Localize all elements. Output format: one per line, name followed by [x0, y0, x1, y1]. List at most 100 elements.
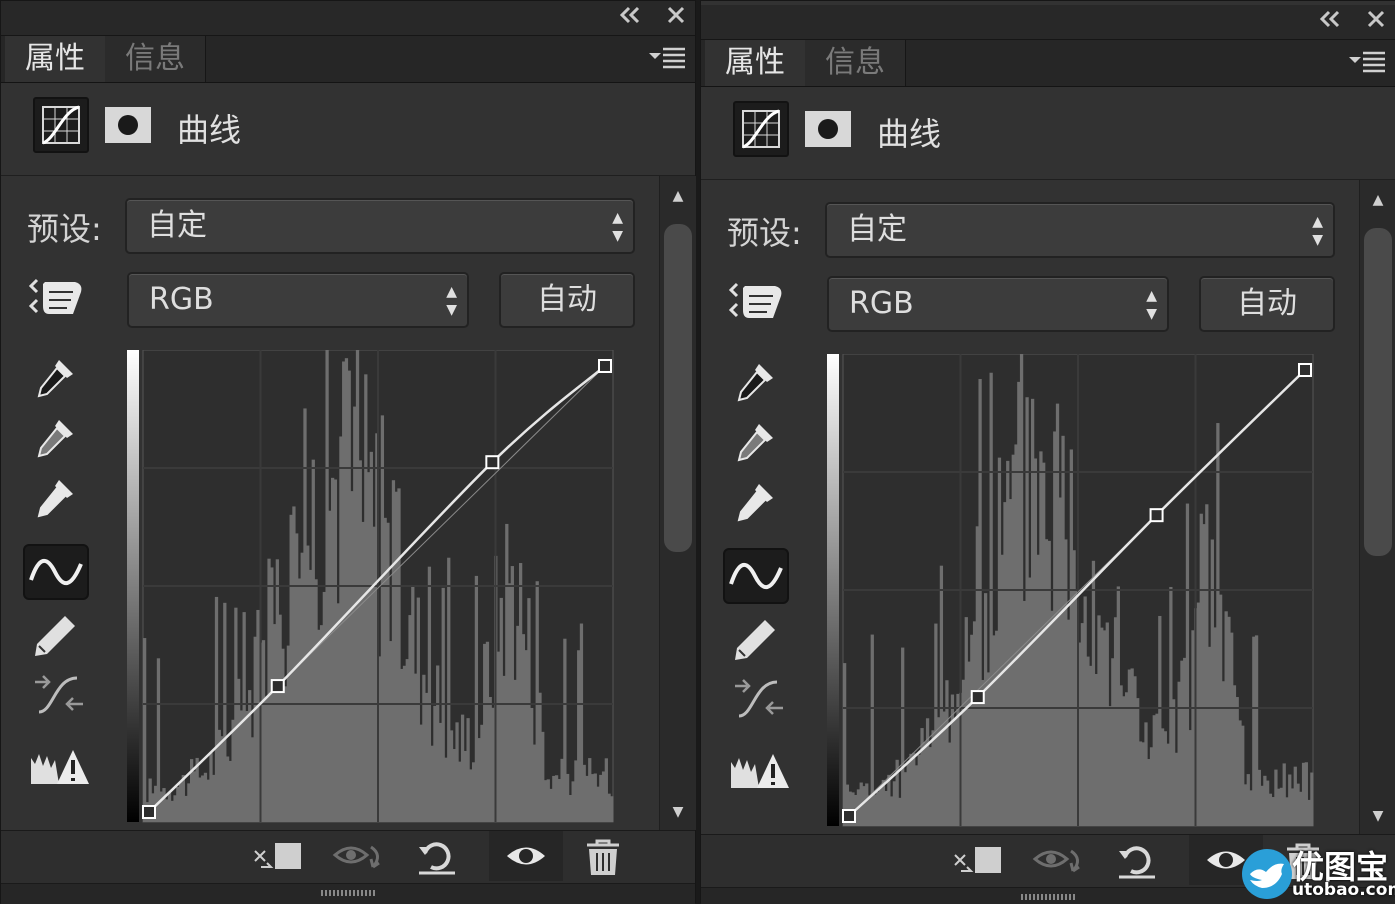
adjustment-title: 曲线	[177, 111, 242, 149]
draw-curve-tool[interactable]	[729, 612, 789, 664]
reset-adjustment-button[interactable]	[1111, 841, 1171, 881]
preset-select[interactable]: 自定 ▲ ▼	[125, 198, 635, 254]
tab-info[interactable]: 信息	[805, 40, 906, 86]
clip-to-layer-button[interactable]	[251, 837, 311, 877]
eyedropper-gray-icon	[737, 424, 773, 462]
sample-gray-point-tool[interactable]	[729, 416, 789, 468]
auto-button[interactable]: 自动	[499, 272, 635, 328]
draw-curve-tool[interactable]	[29, 608, 89, 660]
curve-control-point[interactable]	[485, 455, 500, 470]
preset-label: 预设:	[27, 210, 102, 248]
collapse-panel-button[interactable]	[1315, 9, 1345, 35]
reset-adjustment-button[interactable]	[411, 837, 471, 877]
panel-tabbar: 属性 信息	[701, 40, 1395, 87]
panel-menu-button[interactable]	[647, 44, 687, 74]
close-icon	[667, 6, 685, 24]
channel-value: RGB	[849, 286, 914, 321]
edit-points-tool[interactable]	[23, 544, 89, 600]
eyedropper-black-icon	[737, 364, 773, 402]
smooth-curve-tool[interactable]	[729, 672, 789, 724]
mask-icon	[818, 119, 838, 139]
curve-control-point[interactable]	[970, 690, 985, 705]
smooth-curve-icon	[735, 679, 783, 718]
tab-properties[interactable]: 属性	[705, 40, 805, 86]
panel-resize-grip[interactable]	[1, 883, 695, 904]
histogram-warning-icon	[31, 750, 89, 784]
smooth-curve-tool[interactable]	[29, 668, 89, 720]
curve-control-point[interactable]	[598, 359, 612, 373]
adjustment-type-row: 曲线	[1, 83, 695, 176]
delete-adjustment-button[interactable]	[573, 837, 633, 877]
channel-select[interactable]: RGB ▲ ▼	[127, 272, 469, 328]
adjustment-title: 曲线	[877, 115, 942, 153]
channel-select[interactable]: RGB ▲ ▼	[827, 276, 1169, 332]
smooth-curve-icon	[35, 675, 83, 714]
scrollbar[interactable]: ▲ ▼	[659, 176, 696, 830]
clip-to-layer-button[interactable]	[951, 841, 1011, 881]
sample-white-point-tool[interactable]	[29, 472, 89, 524]
preset-value: 自定	[147, 208, 207, 243]
curve-control-point[interactable]	[270, 679, 285, 694]
reset-icon	[1119, 846, 1155, 879]
histogram-warning-icon	[731, 754, 789, 788]
curves-adjustment-button[interactable]	[733, 101, 789, 157]
on-image-adjust-tool[interactable]	[27, 270, 87, 322]
scrollbar[interactable]: ▲ ▼	[1359, 180, 1395, 834]
mask-button[interactable]	[105, 107, 151, 143]
scroll-thumb[interactable]	[664, 224, 692, 552]
panel-menu-button[interactable]	[1347, 48, 1387, 78]
adjustment-type-row: 曲线	[701, 87, 1395, 180]
eyedropper-gray-icon	[37, 420, 73, 458]
close-panel-button[interactable]	[1361, 9, 1391, 35]
mask-button[interactable]	[805, 111, 851, 147]
curve-control-point[interactable]	[1298, 363, 1312, 377]
histogram-bar	[1310, 772, 1314, 826]
clip-to-layer-icon	[954, 847, 1001, 873]
tonal-gradient-bar	[827, 354, 839, 826]
view-previous-state-button[interactable]	[331, 837, 391, 877]
preset-select[interactable]: 自定 ▲ ▼	[825, 202, 1335, 258]
collapse-panel-button[interactable]	[615, 5, 645, 31]
scroll-up-arrow-icon[interactable]: ▲	[1360, 192, 1395, 208]
scroll-thumb[interactable]	[1364, 228, 1392, 556]
double-left-chevron-icon	[1319, 10, 1340, 28]
tab-info[interactable]: 信息	[105, 36, 206, 82]
edit-points-tool[interactable]	[723, 548, 789, 604]
scroll-up-arrow-icon[interactable]: ▲	[660, 188, 696, 204]
panel-tabbar: 属性 信息	[1, 36, 695, 83]
toggle-visibility-button[interactable]	[489, 831, 563, 881]
panel-titlebar	[701, 5, 1395, 40]
sample-white-point-tool[interactable]	[729, 476, 789, 528]
properties-panel-left: 属性 信息 曲线 预设: 自定 ▲ ▼ RGB ▲ ▼ 自动 ▲ ▼	[0, 0, 696, 904]
view-previous-state-button[interactable]	[1031, 841, 1091, 881]
tab-properties[interactable]: 属性	[5, 36, 105, 82]
curve-control-point[interactable]	[1149, 508, 1164, 523]
hand-adjust-icon	[728, 282, 782, 318]
wave-curve-icon	[29, 559, 83, 585]
sample-black-point-tool[interactable]	[729, 356, 789, 408]
curves-graph[interactable]	[127, 350, 615, 826]
curve-control-point[interactable]	[142, 805, 156, 819]
auto-button[interactable]: 自动	[1199, 276, 1335, 332]
on-image-adjust-tool[interactable]	[727, 274, 787, 326]
hand-adjust-icon	[28, 278, 82, 314]
mask-icon	[118, 115, 138, 135]
clipping-warning-tool[interactable]	[729, 748, 789, 800]
scroll-down-arrow-icon[interactable]: ▼	[660, 804, 696, 820]
eye-icon	[507, 847, 545, 865]
curves-adjustment-button[interactable]	[33, 97, 89, 153]
curves-graph[interactable]	[827, 354, 1315, 830]
sample-gray-point-tool[interactable]	[29, 412, 89, 464]
sample-black-point-tool[interactable]	[29, 352, 89, 404]
clipping-warning-tool[interactable]	[29, 744, 89, 796]
curve-control-point[interactable]	[842, 809, 856, 823]
histogram-bar	[610, 796, 614, 822]
scroll-down-arrow-icon[interactable]: ▼	[1360, 808, 1395, 824]
trash-icon	[587, 839, 619, 875]
channel-value: RGB	[149, 282, 214, 317]
curves-grid-icon	[742, 109, 780, 149]
panel-menu-icon	[649, 47, 685, 69]
tonal-gradient-bar	[127, 350, 139, 822]
panel-menu-icon	[1349, 51, 1385, 73]
close-panel-button[interactable]	[661, 5, 691, 31]
